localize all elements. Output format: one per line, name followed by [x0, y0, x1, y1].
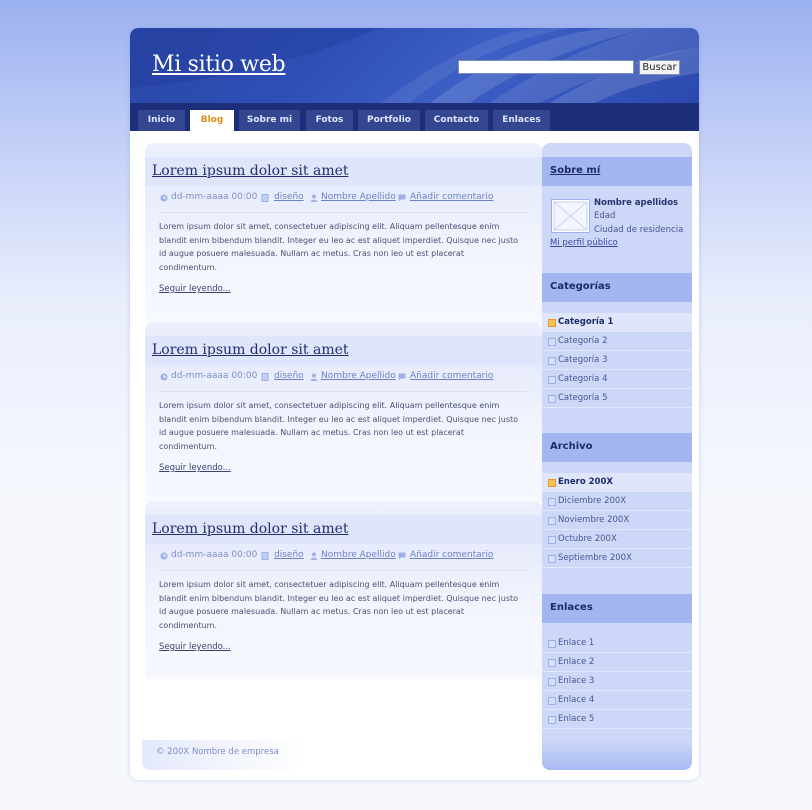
site-header: Mi sitio web Buscar [130, 28, 699, 103]
bullet-icon [548, 517, 556, 525]
bullet-icon [548, 640, 556, 648]
main-navigation: Inicio Blog Sobre mi Fotos Portfolio Con… [130, 103, 699, 131]
bullet-icon [548, 697, 556, 705]
user-icon [310, 373, 318, 381]
blog-post: Lorem ipsum dolor sit amet dd-mm-aaaa 00… [145, 322, 542, 502]
sidebar-heading-about: Sobre mí [542, 157, 692, 186]
category-icon [261, 373, 269, 381]
category-icon [261, 194, 269, 202]
page-container: Mi sitio web Buscar Inicio Blog Sobre mi… [130, 28, 699, 780]
profile-name: Nombre apellidos [594, 198, 679, 208]
comment-icon [398, 194, 406, 202]
bullet-icon [548, 376, 556, 384]
link-item[interactable]: Enlace 5 [542, 710, 692, 729]
post-title[interactable]: Lorem ipsum dolor sit amet [152, 521, 349, 537]
links-heading: Enlaces [550, 602, 593, 613]
clock-icon [160, 552, 168, 560]
post-title[interactable]: Lorem ipsum dolor sit amet [152, 163, 349, 179]
sidebar-heading-links: Enlaces [542, 594, 692, 623]
read-more-link[interactable]: Seguir leyendo... [159, 284, 231, 294]
post-body: Lorem ipsum dolor sit amet, consectetuer… [159, 580, 519, 630]
post-body: Lorem ipsum dolor sit amet, consectetuer… [159, 401, 519, 451]
comment-icon [398, 552, 406, 560]
archive-item[interactable]: Octubre 200X [542, 530, 692, 549]
sidebar-heading-categories: Categorías [542, 273, 692, 302]
category-item[interactable]: Categoría 4 [542, 370, 692, 389]
post-date: dd-mm-aaaa 00:00 [171, 550, 258, 560]
profile-city: Ciudad de residencia [594, 225, 684, 235]
nav-item-inicio[interactable]: Inicio [138, 110, 185, 131]
link-item[interactable]: Enlace 1 [542, 634, 692, 653]
image-placeholder-icon [553, 201, 588, 231]
category-item[interactable]: Categoría 2 [542, 332, 692, 351]
bullet-icon [548, 395, 556, 403]
bullet-icon [548, 678, 556, 686]
about-heading[interactable]: Sobre mí [550, 165, 600, 176]
nav-item-blog[interactable]: Blog [190, 110, 234, 131]
profile-age: Edad [594, 211, 616, 221]
link-item[interactable]: Enlace 2 [542, 653, 692, 672]
meta-divider [160, 570, 527, 571]
bullet-icon [548, 357, 556, 365]
bullet-icon [548, 498, 556, 506]
nav-item-contacto[interactable]: Contacto [425, 110, 488, 131]
archive-item[interactable]: Septiembre 200X [542, 549, 692, 568]
read-more-link[interactable]: Seguir leyendo... [159, 463, 231, 473]
nav-item-portfolio[interactable]: Portfolio [358, 110, 420, 131]
post-author-link[interactable]: Nombre Apellido [321, 550, 396, 560]
user-icon [310, 552, 318, 560]
nav-item-fotos[interactable]: Fotos [306, 110, 353, 131]
blog-post: Lorem ipsum dolor sit amet dd-mm-aaaa 00… [145, 501, 542, 679]
bullet-icon [548, 716, 556, 724]
sidebar-heading-archive: Archivo [542, 433, 692, 462]
bullet-icon [548, 536, 556, 544]
archive-heading: Archivo [550, 441, 593, 452]
avatar [551, 199, 590, 233]
comment-icon [398, 373, 406, 381]
categories-heading: Categorías [550, 281, 611, 292]
post-category-link[interactable]: diseño [274, 550, 304, 560]
category-item[interactable]: Categoría 1 [542, 313, 692, 332]
category-icon [261, 552, 269, 560]
meta-divider [160, 391, 527, 392]
site-title[interactable]: Mi sitio web [152, 52, 286, 77]
clock-icon [160, 194, 168, 202]
read-more-link[interactable]: Seguir leyendo... [159, 642, 231, 652]
post-author-link[interactable]: Nombre Apellido [321, 192, 396, 202]
category-item[interactable]: Categoría 3 [542, 351, 692, 370]
archive-item[interactable]: Enero 200X [542, 473, 692, 492]
add-comment-link[interactable]: Añadir comentario [410, 371, 493, 381]
bullet-icon [548, 479, 556, 487]
search-input[interactable] [458, 60, 634, 74]
archive-item[interactable]: Diciembre 200X [542, 492, 692, 511]
user-icon [310, 194, 318, 202]
bullet-icon [548, 319, 556, 327]
sidebar-footer [542, 740, 692, 770]
footer-copyright: © 200X Nombre de empresa [156, 747, 279, 757]
bullet-icon [548, 555, 556, 563]
bullet-icon [548, 338, 556, 346]
clock-icon [160, 373, 168, 381]
post-title[interactable]: Lorem ipsum dolor sit amet [152, 342, 349, 358]
profile-link[interactable]: Mi perfil público [550, 238, 618, 248]
archive-item[interactable]: Noviembre 200X [542, 511, 692, 530]
post-category-link[interactable]: diseño [274, 192, 304, 202]
blog-post: Lorem ipsum dolor sit amet dd-mm-aaaa 00… [145, 143, 542, 323]
add-comment-link[interactable]: Añadir comentario [410, 550, 493, 560]
nav-item-sobre-mi[interactable]: Sobre mi [239, 110, 300, 131]
post-date: dd-mm-aaaa 00:00 [171, 192, 258, 202]
nav-item-enlaces[interactable]: Enlaces [493, 110, 550, 131]
post-body: Lorem ipsum dolor sit amet, consectetuer… [159, 222, 519, 272]
post-date: dd-mm-aaaa 00:00 [171, 371, 258, 381]
post-author-link[interactable]: Nombre Apellido [321, 371, 396, 381]
link-item[interactable]: Enlace 4 [542, 691, 692, 710]
search-button[interactable]: Buscar [639, 60, 680, 75]
meta-divider [160, 212, 527, 213]
sidebar: Sobre mí Nombre apellidos Edad Ciudad de… [542, 143, 692, 770]
category-item[interactable]: Categoría 5 [542, 389, 692, 408]
bullet-icon [548, 659, 556, 667]
add-comment-link[interactable]: Añadir comentario [410, 192, 493, 202]
link-item[interactable]: Enlace 3 [542, 672, 692, 691]
post-category-link[interactable]: diseño [274, 371, 304, 381]
